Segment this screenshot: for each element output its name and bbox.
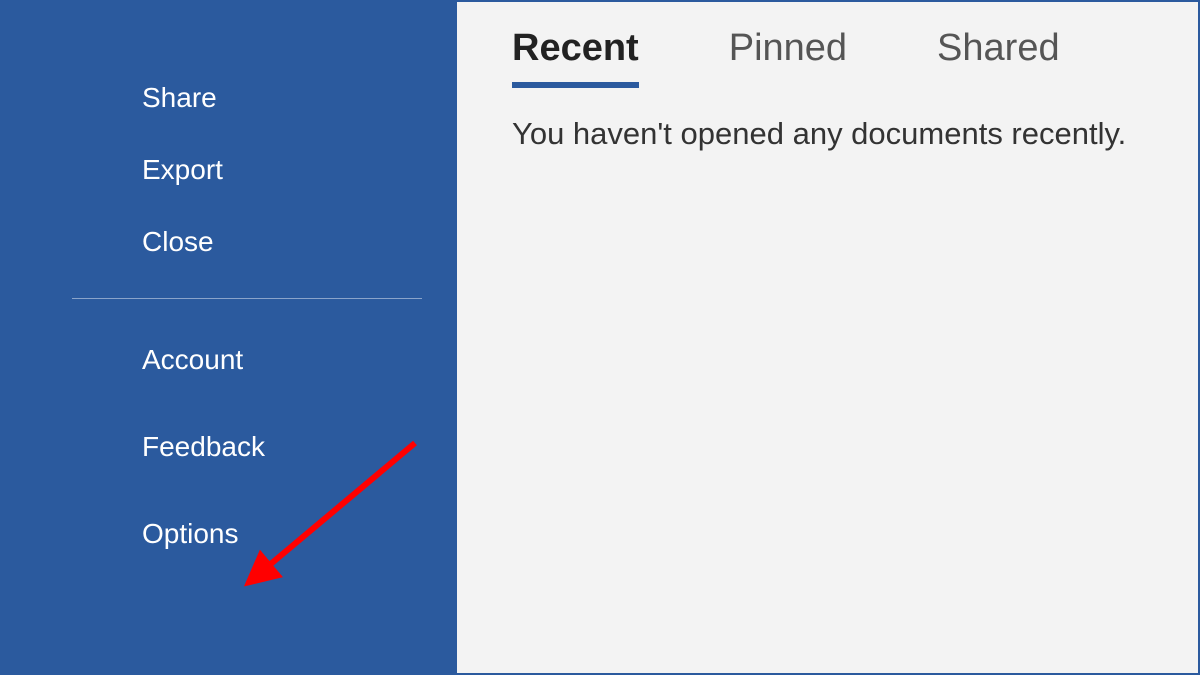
tab-recent[interactable]: Recent xyxy=(512,27,639,88)
tab-label: Shared xyxy=(937,27,1060,69)
tab-shared[interactable]: Shared xyxy=(937,27,1060,88)
tab-label: Pinned xyxy=(729,27,847,69)
sidebar-item-label: Export xyxy=(142,154,223,185)
sidebar-item-export[interactable]: Export xyxy=(142,134,417,206)
sidebar-item-label: Options xyxy=(142,518,239,549)
tab-label: Recent xyxy=(512,27,639,69)
sidebar-item-account[interactable]: Account xyxy=(142,324,417,396)
app-window: Share Export Close Account Feedback Opti… xyxy=(2,2,1198,673)
empty-state-message: You haven't opened any documents recentl… xyxy=(512,116,1158,152)
sidebar-item-label: Account xyxy=(142,344,243,375)
sidebar-item-label: Close xyxy=(142,226,214,257)
sidebar-item-close[interactable]: Close xyxy=(142,206,417,278)
sidebar-item-label: Share xyxy=(142,82,217,113)
sidebar-item-options[interactable]: Options xyxy=(142,498,417,570)
main-content: Recent Pinned Shared You haven't opened … xyxy=(457,2,1198,673)
backstage-sidebar: Share Export Close Account Feedback Opti… xyxy=(2,2,457,673)
sidebar-item-label: Feedback xyxy=(142,431,265,462)
sidebar-item-feedback[interactable]: Feedback xyxy=(142,411,417,483)
sidebar-divider xyxy=(72,298,422,299)
sidebar-item-share[interactable]: Share xyxy=(142,62,417,134)
documents-tabs: Recent Pinned Shared xyxy=(512,27,1158,88)
tab-pinned[interactable]: Pinned xyxy=(729,27,847,88)
